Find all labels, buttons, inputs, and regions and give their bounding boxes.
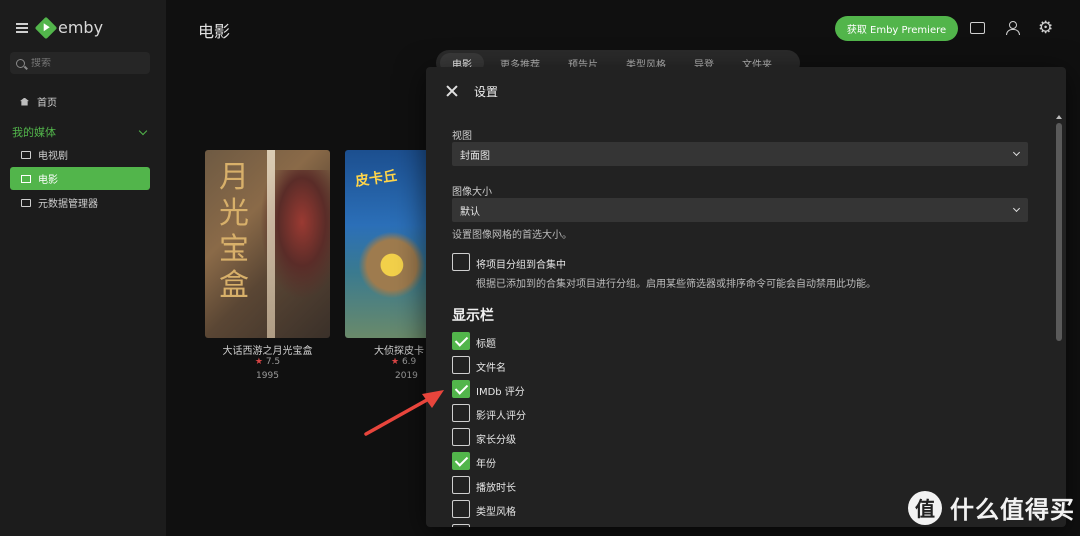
column-imdb-rating-label[interactable]: IMDb 评分 — [476, 383, 525, 398]
column-parental-rating-checkbox[interactable] — [452, 428, 470, 446]
sidebar-item-label: 电影 — [38, 175, 58, 186]
view-label: 视图 — [452, 131, 472, 142]
column-title-checkbox[interactable] — [452, 332, 470, 350]
emby-logo-icon — [34, 16, 58, 39]
settings-dialog: 设置 视图 封面图 图像大小 默认 设置图像网格的首选大小。 将项目分组到合集中… — [426, 67, 1066, 527]
poster-title-art: 皮卡丘 — [354, 168, 399, 190]
image-size-help: 设置图像网格的首选大小。 — [452, 230, 572, 241]
sidebar: emby 首页 我的媒体 电视剧 电影 元数据管理器 — [0, 0, 166, 536]
view-select-value: 封面图 — [460, 150, 490, 162]
group-collections-description: 根据已添加到的合集对项目进行分组。启用某些筛选器或排序命令可能会自动禁用此功能。 — [476, 279, 876, 290]
star-icon: ★ — [391, 357, 400, 367]
image-size-select-value: 默认 — [460, 206, 480, 218]
group-collections-checkbox[interactable] — [452, 253, 470, 271]
gear-icon[interactable]: ⚙ — [1038, 20, 1054, 37]
scroll-up-icon[interactable] — [1056, 115, 1062, 119]
search-box[interactable] — [10, 52, 150, 74]
sidebar-item-tv[interactable]: 电视剧 — [10, 143, 150, 166]
sidebar-item-label: 首页 — [37, 98, 57, 109]
column-filename-checkbox[interactable] — [452, 356, 470, 374]
image-size-label: 图像大小 — [452, 187, 492, 198]
menu-icon[interactable] — [16, 23, 28, 33]
image-size-select[interactable]: 默认 — [452, 198, 1028, 222]
watermark-text: 什么值得买 — [950, 496, 1075, 524]
page-title: 电影 — [198, 22, 231, 41]
close-icon[interactable] — [446, 85, 458, 97]
column-runtime-checkbox[interactable] — [452, 476, 470, 494]
movie-poster[interactable]: 月光宝盒 — [205, 150, 330, 338]
movie-poster[interactable]: 皮卡丘 — [345, 150, 430, 338]
chevron-down-icon — [1012, 148, 1021, 157]
sidebar-item-label: 元数据管理器 — [38, 199, 98, 210]
movie-year: 2019 — [395, 371, 418, 381]
movie-rating: ★ 7.5 — [254, 357, 281, 367]
chevron-down-icon — [138, 126, 148, 135]
column-parental-rating-label[interactable]: 家长分级 — [476, 431, 516, 446]
home-icon — [20, 97, 29, 106]
column-imdb-rating-checkbox[interactable] — [452, 380, 470, 398]
section-label: 我的媒体 — [12, 126, 56, 139]
column-next-checkbox[interactable] — [452, 524, 470, 527]
column-genres-label[interactable]: 类型风格 — [476, 503, 516, 518]
view-select[interactable]: 封面图 — [452, 142, 1028, 166]
column-year-checkbox[interactable] — [452, 452, 470, 470]
poster-title-art: 月光宝盒 — [219, 160, 249, 303]
chevron-down-icon — [1012, 204, 1021, 213]
sidebar-item-metadata-manager[interactable]: 元数据管理器 — [10, 191, 150, 214]
column-year-label[interactable]: 年份 — [476, 455, 496, 470]
movie-title[interactable]: 大侦探皮卡 — [326, 342, 430, 357]
cast-icon[interactable] — [970, 22, 985, 34]
movie-rating: ★ 6.9 — [391, 357, 417, 367]
columns-section-title: 显示栏 — [452, 308, 494, 324]
search-icon — [16, 58, 25, 68]
column-filename-label[interactable]: 文件名 — [476, 359, 506, 374]
dialog-header: 设置 — [426, 67, 1066, 115]
brand: emby — [16, 16, 104, 39]
watermark-logo: 值 — [908, 490, 942, 525]
tv-icon — [21, 150, 31, 159]
column-runtime-label[interactable]: 播放时长 — [476, 479, 516, 494]
annotation-arrow — [364, 390, 444, 436]
user-icon[interactable] — [1005, 20, 1021, 36]
folder-icon — [21, 198, 31, 207]
my-media-section[interactable]: 我的媒体 — [12, 124, 150, 140]
group-collections-label[interactable]: 将项目分组到合集中 — [476, 256, 566, 271]
column-critic-rating-checkbox[interactable] — [452, 404, 470, 422]
film-icon — [21, 174, 31, 183]
column-genres-checkbox[interactable] — [452, 500, 470, 518]
dialog-title: 设置 — [474, 85, 499, 99]
column-title-label[interactable]: 标题 — [476, 335, 496, 350]
sidebar-item-label: 电视剧 — [38, 151, 68, 162]
movie-title[interactable]: 大话西游之月光宝盒 — [205, 342, 330, 357]
watermark: 值 什么值得买 — [908, 490, 1075, 525]
emby-logo[interactable]: emby — [34, 16, 104, 39]
search-input[interactable] — [31, 57, 141, 69]
get-premiere-button[interactable]: 获取 Emby Premiere — [835, 16, 958, 41]
column-critic-rating-label[interactable]: 影评人评分 — [476, 407, 526, 422]
star-icon: ★ — [254, 357, 263, 367]
brand-name: emby — [58, 18, 104, 37]
movie-year: 1995 — [256, 371, 279, 381]
sidebar-item-movies[interactable]: 电影 — [10, 167, 150, 190]
sidebar-item-home[interactable]: 首页 — [20, 94, 57, 109]
scrollbar[interactable] — [1056, 123, 1062, 341]
